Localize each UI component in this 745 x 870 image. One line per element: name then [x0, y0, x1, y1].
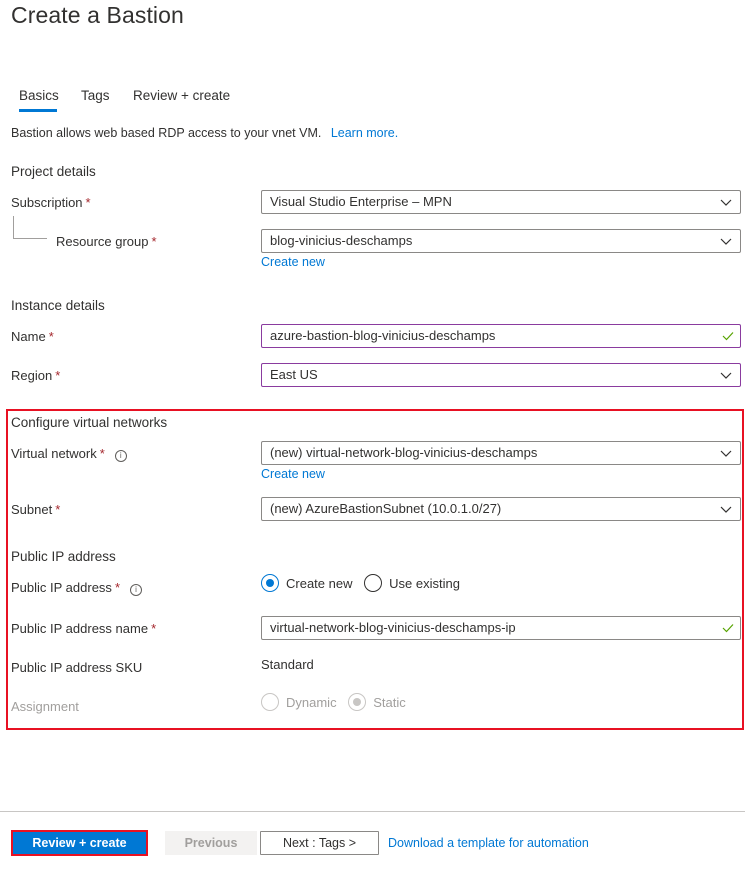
required-asterisk: * — [48, 329, 54, 344]
project-details-heading: Project details — [11, 164, 96, 179]
public-ip-label-text: Public IP address — [11, 580, 112, 595]
previous-button[interactable]: Previous — [165, 831, 257, 855]
info-icon[interactable]: i — [114, 450, 127, 462]
active-tab-indicator — [19, 109, 57, 112]
subscription-label-text: Subscription — [11, 195, 83, 210]
review-create-button[interactable]: Review + create — [11, 830, 148, 856]
description: Bastion allows web based RDP access to y… — [11, 126, 398, 140]
resource-group-label: Resource group * — [56, 234, 157, 249]
checkmark-icon — [722, 624, 734, 633]
chevron-down-icon — [720, 450, 732, 457]
subscription-value: Visual Studio Enterprise – MPN — [270, 194, 452, 209]
virtual-network-value: (new) virtual-network-blog-vinicius-desc… — [270, 445, 538, 460]
checkmark-icon — [722, 332, 734, 341]
info-icon[interactable]: i — [130, 584, 142, 596]
name-label-text: Name — [11, 329, 46, 344]
chevron-down-icon — [720, 199, 732, 206]
subnet-label: Subnet * — [11, 502, 60, 517]
name-label: Name * — [11, 329, 54, 344]
name-input[interactable]: azure-bastion-blog-vinicius-deschamps — [261, 324, 741, 348]
subscription-label: Subscription * — [11, 195, 91, 210]
region-label: Region * — [11, 368, 60, 383]
public-ip-label: Public IP address * i — [11, 580, 142, 596]
subnet-label-text: Subnet — [11, 502, 53, 517]
resource-group-value: blog-vinicius-deschamps — [270, 233, 413, 248]
assignment-label: Assignment — [11, 699, 79, 714]
subnet-value: (new) AzureBastionSubnet (10.0.1.0/27) — [270, 501, 502, 516]
tab-review-create[interactable]: Review + create — [133, 88, 230, 103]
virtual-network-dropdown[interactable]: (new) virtual-network-blog-vinicius-desc… — [261, 441, 741, 465]
create-new-resource-group-link[interactable]: Create new — [261, 255, 325, 269]
configure-vnet-heading: Configure virtual networks — [11, 415, 168, 430]
instance-details-heading: Instance details — [11, 298, 105, 313]
page-title: Create a Bastion — [11, 2, 184, 28]
subscription-dropdown[interactable]: Visual Studio Enterprise – MPN — [261, 190, 741, 214]
required-asterisk: * — [85, 195, 91, 210]
resource-group-label-text: Resource group — [56, 234, 149, 249]
tab-tags[interactable]: Tags — [81, 88, 110, 103]
required-asterisk: * — [55, 368, 61, 383]
create-new-radio-label[interactable]: Create new — [286, 576, 352, 591]
resource-group-dropdown[interactable]: blog-vinicius-deschamps — [261, 229, 741, 253]
public-ip-name-value: virtual-network-blog-vinicius-deschamps-… — [270, 620, 516, 635]
static-radio-label: Static — [373, 694, 406, 710]
required-asterisk: * — [55, 502, 61, 517]
required-asterisk: * — [151, 621, 157, 636]
tab-basics[interactable]: Basics — [19, 88, 59, 103]
footer-divider — [0, 811, 745, 812]
public-ip-name-label-text: Public IP address name — [11, 621, 149, 636]
public-ip-sku-value: Standard — [261, 657, 314, 672]
public-ip-name-label: Public IP address name * — [11, 621, 156, 636]
dynamic-radio-label: Dynamic — [286, 694, 337, 710]
region-label-text: Region — [11, 368, 53, 383]
create-new-radio[interactable] — [261, 574, 279, 592]
chevron-down-icon — [720, 372, 732, 379]
hierarchy-connector — [13, 216, 47, 239]
required-asterisk: * — [151, 234, 157, 249]
download-template-link[interactable]: Download a template for automation — [388, 836, 589, 850]
public-ip-radio-group: Create new Use existing — [261, 574, 468, 592]
region-dropdown[interactable]: East US — [261, 363, 741, 387]
virtual-network-label-text: Virtual network — [11, 446, 97, 461]
chevron-down-icon — [720, 506, 732, 513]
region-value: East US — [270, 367, 318, 382]
description-text: Bastion allows web based RDP access to y… — [11, 126, 322, 140]
next-tags-button[interactable]: Next : Tags > — [260, 831, 379, 855]
static-radio — [348, 693, 367, 711]
dynamic-radio — [261, 693, 279, 711]
create-new-vnet-link[interactable]: Create new — [261, 467, 325, 481]
virtual-network-label: Virtual network * i — [11, 446, 127, 462]
subnet-dropdown[interactable]: (new) AzureBastionSubnet (10.0.1.0/27) — [261, 497, 741, 521]
chevron-down-icon — [720, 238, 732, 245]
public-ip-sku-label: Public IP address SKU — [11, 660, 143, 675]
public-ip-name-input[interactable]: virtual-network-blog-vinicius-deschamps-… — [261, 616, 741, 640]
learn-more-link[interactable]: Learn more. — [331, 126, 398, 140]
public-ip-heading: Public IP address — [11, 549, 116, 564]
use-existing-radio-label[interactable]: Use existing — [389, 576, 460, 591]
required-asterisk: * — [99, 446, 105, 461]
required-asterisk: * — [114, 580, 120, 595]
name-value: azure-bastion-blog-vinicius-deschamps — [270, 328, 496, 343]
use-existing-radio[interactable] — [364, 574, 383, 592]
assignment-radio-group: Dynamic Static — [261, 693, 414, 711]
